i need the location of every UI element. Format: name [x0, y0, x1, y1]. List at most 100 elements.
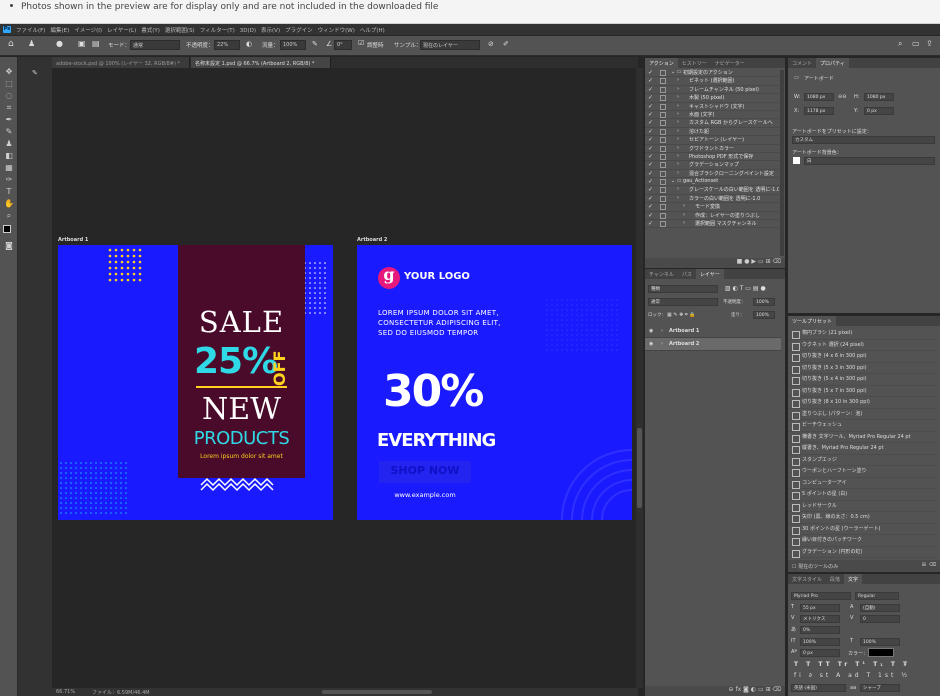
type-tool-icon[interactable]: T — [3, 187, 15, 197]
tab-untitled-1[interactable]: 名称未設定 1.psd @ 66.7% (Artboard 2, RGB/8) … — [191, 57, 331, 68]
dialog-toggle-box[interactable] — [660, 128, 666, 135]
font-family-select[interactable]: Myriad Pro — [791, 592, 851, 600]
menu-item[interactable]: 編集(E) — [50, 28, 69, 34]
expand-chevron-icon[interactable]: › — [661, 341, 663, 347]
tool-preset-item[interactable]: 横書き 文字ツール、Myriad Pro Regular 24 pt — [788, 432, 936, 443]
pen-tool-icon[interactable]: ✑ — [3, 175, 15, 185]
menu-item[interactable]: フィルター(T) — [200, 28, 235, 34]
action-toggle-checkbox[interactable]: ✓ — [648, 203, 653, 210]
action-row[interactable]: ✓ › 作成：レイヤーの塗りつぶし — [645, 212, 779, 221]
new-action-icon[interactable]: ⊞ — [766, 258, 771, 265]
tab-paths[interactable]: パス — [678, 269, 696, 279]
tab-channels[interactable]: チャンネル — [645, 269, 678, 279]
vertical-scale-input[interactable]: 100% — [800, 638, 840, 646]
menu-item[interactable]: 表示(V) — [261, 28, 280, 34]
tab-properties[interactable]: プロパティ — [816, 58, 849, 68]
sample-select[interactable]: 現在のレイヤー — [420, 40, 480, 50]
dialog-toggle-box[interactable] — [660, 111, 666, 118]
action-toggle-checkbox[interactable]: ✓ — [648, 212, 653, 219]
tool-preset-item[interactable]: 縁い目付きのパッチワーク — [788, 535, 936, 547]
expand-chevron-icon[interactable]: › — [677, 103, 679, 109]
tool-preset-item[interactable]: 切り抜き (4 x 6 in 300 ppi) — [788, 351, 936, 363]
dialog-toggle-box[interactable] — [660, 187, 666, 194]
layer-opacity-input[interactable]: 100% — [753, 298, 775, 306]
width-input[interactable]: 1080 px — [804, 93, 834, 101]
clone-source-icon[interactable]: ▤ — [92, 39, 100, 48]
dialog-toggle-box[interactable] — [660, 221, 666, 228]
leading-input[interactable]: (自動) — [860, 604, 900, 612]
delete-layer-icon[interactable]: ⌫ — [773, 686, 781, 693]
menu-item[interactable]: ファイル(F) — [16, 28, 45, 34]
adjustment-icon[interactable]: ◐ — [751, 686, 756, 693]
menu-item[interactable]: 書式(Y) — [141, 28, 160, 34]
menu-item[interactable]: 3D(D) — [240, 28, 256, 34]
expand-chevron-icon[interactable]: › — [683, 203, 685, 209]
font-size-input[interactable]: 55 px — [800, 604, 840, 612]
flow-input[interactable]: 100% — [280, 40, 306, 50]
visibility-eye-icon[interactable]: ◉ — [649, 341, 653, 347]
dialog-toggle-box[interactable] — [660, 162, 666, 169]
horizontal-scrollbar[interactable] — [322, 690, 432, 694]
dialog-toggle-box[interactable] — [660, 70, 666, 76]
tool-preset-item[interactable]: 5 ポイントの星 (白) — [788, 489, 936, 501]
dialog-toggle-box[interactable] — [660, 170, 666, 177]
aligned-checkbox[interactable]: ☑ — [358, 39, 364, 47]
actions-scrollbar[interactable] — [780, 70, 784, 256]
link-icon[interactable]: ⊖⊖ — [838, 94, 846, 100]
group-icon[interactable]: ▭ — [758, 686, 764, 693]
horizontal-scale-input[interactable]: 100% — [860, 638, 900, 646]
baseline-input[interactable]: 0 px — [800, 649, 840, 657]
action-toggle-checkbox[interactable]: ✓ — [648, 119, 653, 126]
opentype-buttons[interactable]: fi ∂ st A ad T 1st ½ — [794, 672, 910, 679]
tool-preset-item[interactable]: 切り抜き (5 x 4 in 300 ppi) — [788, 374, 936, 386]
action-row[interactable]: ✓ › フレームチャンネル (50 pixel) — [645, 86, 779, 95]
action-row[interactable]: ✓ › カスタム RGB からグレースケールへ — [645, 119, 779, 128]
delete-preset-icon[interactable]: ⌫ — [929, 562, 936, 568]
canvas-vertical-scrollbar[interactable] — [636, 68, 643, 688]
clone-stamp-tool-icon[interactable]: ♟ — [28, 39, 35, 48]
expand-chevron-icon[interactable]: › — [677, 170, 679, 176]
artboard-2[interactable]: g YOUR LOGO LOREM IPSUM DOLOR SIT AMET, … — [357, 245, 632, 520]
mode-select[interactable]: 通常 — [130, 40, 180, 50]
tool-preset-item[interactable]: 切り抜き (8 x 10 in 300 ppi) — [788, 397, 936, 409]
eraser-tool-icon[interactable]: ◧ — [3, 151, 15, 161]
action-row[interactable]: ✓ › モード変換 — [645, 203, 779, 212]
lasso-tool-icon[interactable]: ◌ — [3, 91, 15, 101]
tab-tool-presets[interactable]: ツールプリセット — [788, 316, 837, 326]
tool-preset-item[interactable]: ウーポンとハーフトーン塗り — [788, 466, 936, 478]
expand-chevron-icon[interactable]: › — [677, 128, 679, 134]
action-row[interactable]: ✓ › キャストシャドウ (文字) — [645, 103, 779, 111]
quick-mask-icon[interactable]: ◙ — [3, 241, 15, 251]
bg-color-swatch[interactable] — [793, 157, 800, 164]
expand-chevron-icon[interactable]: › — [677, 111, 679, 117]
link-layers-icon[interactable]: ⊖ — [729, 686, 734, 693]
pressure-opacity-icon[interactable]: ◐ — [246, 40, 252, 48]
tool-preset-item[interactable]: 縦書き、Myriad Pro Regular 24 pt — [788, 443, 936, 455]
new-set-icon[interactable]: ▭ — [758, 258, 764, 265]
dialog-toggle-box[interactable] — [660, 153, 666, 160]
tool-preset-item[interactable]: 塗りつぶし (パターン：泡) — [788, 409, 936, 420]
artboard-2-label[interactable]: Artboard 2 — [357, 237, 387, 243]
blend-mode-select[interactable]: 通常 — [648, 298, 718, 306]
tool-preset-item[interactable]: 切り抜き (5 x 7 in 300 ppi) — [788, 386, 936, 397]
dialog-toggle-box[interactable] — [660, 120, 666, 127]
layer-row-artboard-1[interactable]: ◉ › Artboard 1 — [645, 325, 781, 338]
ignore-adjustment-icon[interactable]: ⊘ — [488, 40, 494, 48]
brush-tool-icon[interactable]: ✎ — [3, 127, 15, 137]
artboard-1[interactable]: SALE 25% OFF NEW PRODUCTS Lorem ipsum do… — [58, 245, 333, 520]
preset-select[interactable]: カスタム — [792, 136, 935, 144]
tool-preset-item[interactable]: 楕円ブラシ (21 pixel) — [788, 328, 936, 340]
tab-actions[interactable]: アクション — [645, 58, 678, 68]
type-style-buttons[interactable]: T T TT Tr T¹ T₁ T Ŧ — [794, 661, 910, 668]
search-icon[interactable]: ⌕ — [898, 39, 902, 49]
action-toggle-checkbox[interactable]: ✓ — [648, 128, 653, 135]
tracking-input[interactable]: 0 — [860, 615, 900, 623]
expand-chevron-icon[interactable]: › — [677, 86, 679, 92]
action-row[interactable]: ✓ › セピアトーン (レイヤー) — [645, 136, 779, 145]
font-style-select[interactable]: Regular — [855, 592, 899, 600]
action-toggle-checkbox[interactable]: ✓ — [648, 77, 653, 84]
tool-preset-item[interactable]: レッドサークル — [788, 501, 936, 512]
marquee-tool-icon[interactable]: ⬚ — [3, 79, 15, 89]
dialog-toggle-box[interactable] — [660, 103, 666, 110]
clone-stamp-icon[interactable]: ♟ — [3, 139, 15, 149]
